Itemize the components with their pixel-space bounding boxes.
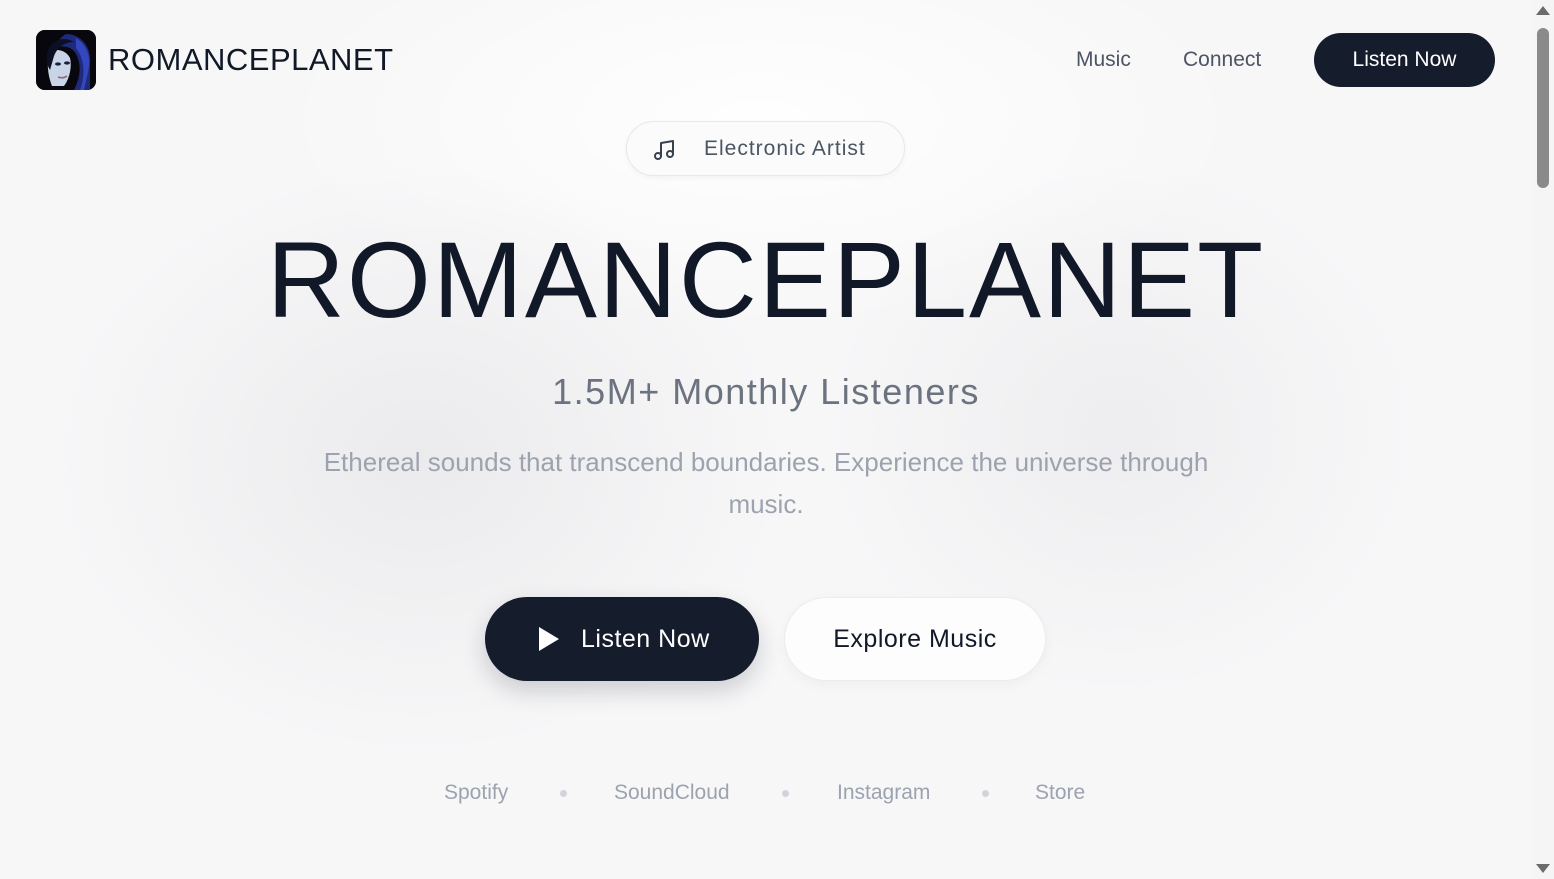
listen-now-button[interactable]: Listen Now: [485, 597, 759, 681]
nav-music[interactable]: Music: [1076, 46, 1131, 74]
header-listen-now-button[interactable]: Listen Now: [1314, 33, 1495, 87]
play-icon: [538, 626, 560, 652]
hero-description: Ethereal sounds that transcend boundarie…: [323, 447, 1209, 519]
instagram-link[interactable]: Instagram: [837, 779, 930, 807]
scroll-up-arrow-icon[interactable]: [1536, 6, 1550, 15]
explore-music-button[interactable]: Explore Music: [784, 597, 1046, 681]
scrollbar-thumb[interactable]: [1537, 28, 1549, 188]
scroll-down-arrow-icon[interactable]: [1536, 864, 1550, 873]
store-link[interactable]: Store: [1035, 779, 1085, 807]
separator-dot: [982, 790, 989, 797]
hero-title: ROMANCEPLANET: [266, 219, 1266, 340]
music-note-icon: [652, 138, 676, 162]
listen-now-label: Listen Now: [581, 625, 710, 653]
site-header: ROMANCEPLANET Music Connect Listen Now: [0, 0, 1532, 120]
monthly-listeners: 1.5M+ Monthly Listeners: [552, 371, 980, 412]
separator-dot: [560, 790, 567, 797]
genre-badge: Electronic Artist: [626, 121, 905, 176]
badge-label: Electronic Artist: [704, 137, 866, 160]
nav-connect[interactable]: Connect: [1183, 46, 1261, 74]
soundcloud-link[interactable]: SoundCloud: [614, 779, 730, 807]
artist-avatar[interactable]: [36, 30, 96, 90]
spotify-link[interactable]: Spotify: [444, 779, 508, 807]
separator-dot: [782, 790, 789, 797]
brand-name[interactable]: ROMANCEPLANET: [108, 42, 394, 78]
